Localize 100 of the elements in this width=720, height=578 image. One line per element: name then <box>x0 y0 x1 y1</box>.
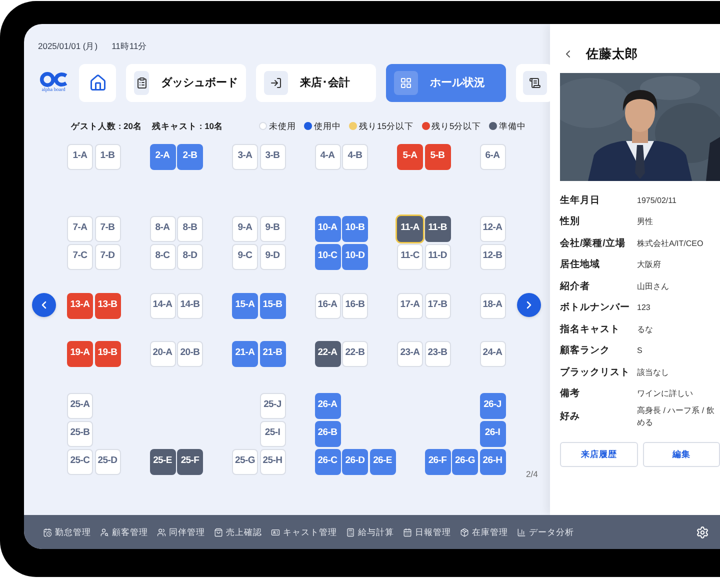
seat-tile[interactable]: 26-D <box>342 448 368 474</box>
nav-tab[interactable]: 来店･会計 <box>256 64 376 102</box>
seat-tile[interactable]: 14-A <box>150 292 176 318</box>
seat-tile[interactable]: 11-B <box>424 216 450 242</box>
field-label: 備考 <box>560 387 581 402</box>
seat-tile[interactable]: 26-I <box>480 420 506 446</box>
menu-item[interactable]: 日報管理 <box>403 526 451 538</box>
seat-tile[interactable]: 12-A <box>480 216 506 242</box>
field-label: 生年月日 <box>560 194 601 208</box>
seat-tile[interactable]: 25-D <box>94 448 120 474</box>
seat-tile[interactable]: 1-B <box>94 144 120 170</box>
seat-tile[interactable]: 7-C <box>67 244 93 270</box>
menu-item[interactable]: 売上確認 <box>214 526 262 538</box>
seat-tile[interactable]: 15-B <box>260 292 286 318</box>
seat-tile[interactable]: 14-B <box>177 292 203 318</box>
seat-tile[interactable]: 26-J <box>480 392 506 418</box>
menu-item[interactable]: 同伴管理 <box>157 526 205 538</box>
seat-tile[interactable]: 17-B <box>424 292 450 318</box>
seat-tile[interactable]: 8-B <box>177 216 203 242</box>
seat-tile[interactable]: 2-A <box>150 144 176 170</box>
seat-tile[interactable]: 10-A <box>314 216 340 242</box>
seat-tile[interactable]: 25-J <box>260 392 286 418</box>
seat-tile[interactable]: 23-A <box>397 340 423 366</box>
seat-tile[interactable]: 9-C <box>232 244 258 270</box>
seat-tile[interactable]: 7-D <box>94 244 120 270</box>
seat-tile[interactable]: 7-A <box>67 216 93 242</box>
seat-tile[interactable]: 12-B <box>480 244 506 270</box>
seat-tile[interactable]: 16-B <box>342 292 368 318</box>
seat-tile[interactable]: 8-C <box>150 244 176 270</box>
seat-tile[interactable]: 26-F <box>424 448 450 474</box>
seat-tile[interactable]: 19-B <box>94 340 120 366</box>
seat-tile[interactable]: 26-E <box>370 448 396 474</box>
house-icon <box>88 74 106 92</box>
bar-chart-icon <box>517 528 526 536</box>
seat-tile[interactable]: 22-B <box>342 340 368 366</box>
action-button[interactable]: 来店履歴 <box>560 442 638 467</box>
seat-tile[interactable]: 3-A <box>232 144 258 170</box>
customer-name: 佐藤太郎 <box>586 46 638 63</box>
seat-tile[interactable]: 9-A <box>232 216 258 242</box>
seat-tile[interactable]: 11-A <box>397 216 423 242</box>
seat-tile[interactable]: 6-A <box>480 144 506 170</box>
nav-tab[interactable]: ホール状況 <box>386 64 506 102</box>
menu-item[interactable]: データ分析 <box>517 526 574 538</box>
seat-tile[interactable]: 16-A <box>314 292 340 318</box>
menu-item[interactable]: 給与計算 <box>346 526 394 538</box>
seat-tile[interactable]: 25-E <box>150 448 176 474</box>
seat-tile[interactable]: 4-B <box>342 144 368 170</box>
seat-tile[interactable]: 25-H <box>260 448 286 474</box>
settings-button[interactable] <box>696 526 709 538</box>
seat-tile[interactable]: 15-A <box>232 292 258 318</box>
field-label: 指名キャスト <box>560 322 621 337</box>
seat-tile[interactable]: 20-B <box>177 340 203 366</box>
seat-tile[interactable]: 25-A <box>67 392 93 418</box>
seat-tile[interactable]: 26-G <box>452 448 478 474</box>
menu-item[interactable]: 顧客管理 <box>100 526 148 538</box>
next-button[interactable] <box>517 293 541 317</box>
seat-tile[interactable]: 26-A <box>314 392 340 418</box>
seat-tile[interactable]: 25-B <box>67 420 93 446</box>
seat-tile[interactable]: 8-D <box>177 244 203 270</box>
seat-tile[interactable]: 10-D <box>342 244 368 270</box>
seat-tile[interactable]: 17-A <box>397 292 423 318</box>
seat-tile[interactable]: 5-A <box>397 144 423 170</box>
seat-tile[interactable]: 10-C <box>314 244 340 270</box>
field-label: 居住地域 <box>560 258 601 272</box>
action-button[interactable]: 編集 <box>642 442 720 467</box>
seat-tile[interactable]: 13-A <box>67 292 93 318</box>
seat-tile[interactable]: 26-B <box>314 420 340 446</box>
previous-button[interactable] <box>32 293 56 317</box>
seat-tile[interactable]: 2-B <box>177 144 203 170</box>
seat-tile[interactable]: 9-B <box>260 216 286 242</box>
legend-label: 残り15分以下 <box>359 120 414 132</box>
seat-tile[interactable]: 25-G <box>232 448 258 474</box>
seat-tile[interactable]: 24-A <box>480 340 506 366</box>
seat-tile[interactable]: 25-F <box>177 448 203 474</box>
seat-tile[interactable]: 18-A <box>480 292 506 318</box>
seat-tile[interactable]: 25-C <box>67 448 93 474</box>
seat-tile[interactable]: 21-B <box>260 340 286 366</box>
seat-tile[interactable]: 10-B <box>342 216 368 242</box>
seat-tile[interactable]: 22-A <box>314 340 340 366</box>
seat-tile[interactable]: 26-H <box>480 448 506 474</box>
seat-tile[interactable]: 3-B <box>260 144 286 170</box>
seat-tile[interactable]: 4-A <box>314 144 340 170</box>
menu-item[interactable]: キャスト管理 <box>271 526 337 538</box>
seat-tile[interactable]: 8-A <box>150 216 176 242</box>
seat-tile[interactable]: 5-B <box>424 144 450 170</box>
seat-tile[interactable]: 9-D <box>260 244 286 270</box>
seat-tile[interactable]: 19-A <box>67 340 93 366</box>
seat-tile[interactable]: 7-B <box>94 216 120 242</box>
seat-tile[interactable]: 21-A <box>232 340 258 366</box>
seat-tile[interactable]: 25-I <box>260 420 286 446</box>
seat-tile[interactable]: 20-A <box>150 340 176 366</box>
seat-tile[interactable]: 11-C <box>397 244 423 270</box>
menu-item[interactable]: 勤怠管理 <box>43 526 91 538</box>
seat-tile[interactable]: 11-D <box>424 244 450 270</box>
seat-tile[interactable]: 26-C <box>314 448 340 474</box>
seat-tile[interactable]: 1-A <box>67 144 93 170</box>
seat-tile[interactable]: 13-B <box>94 292 120 318</box>
nav-tab[interactable]: ダッシュボード <box>126 64 246 102</box>
menu-item[interactable]: 在庫管理 <box>460 526 508 538</box>
seat-tile[interactable]: 23-B <box>424 340 450 366</box>
